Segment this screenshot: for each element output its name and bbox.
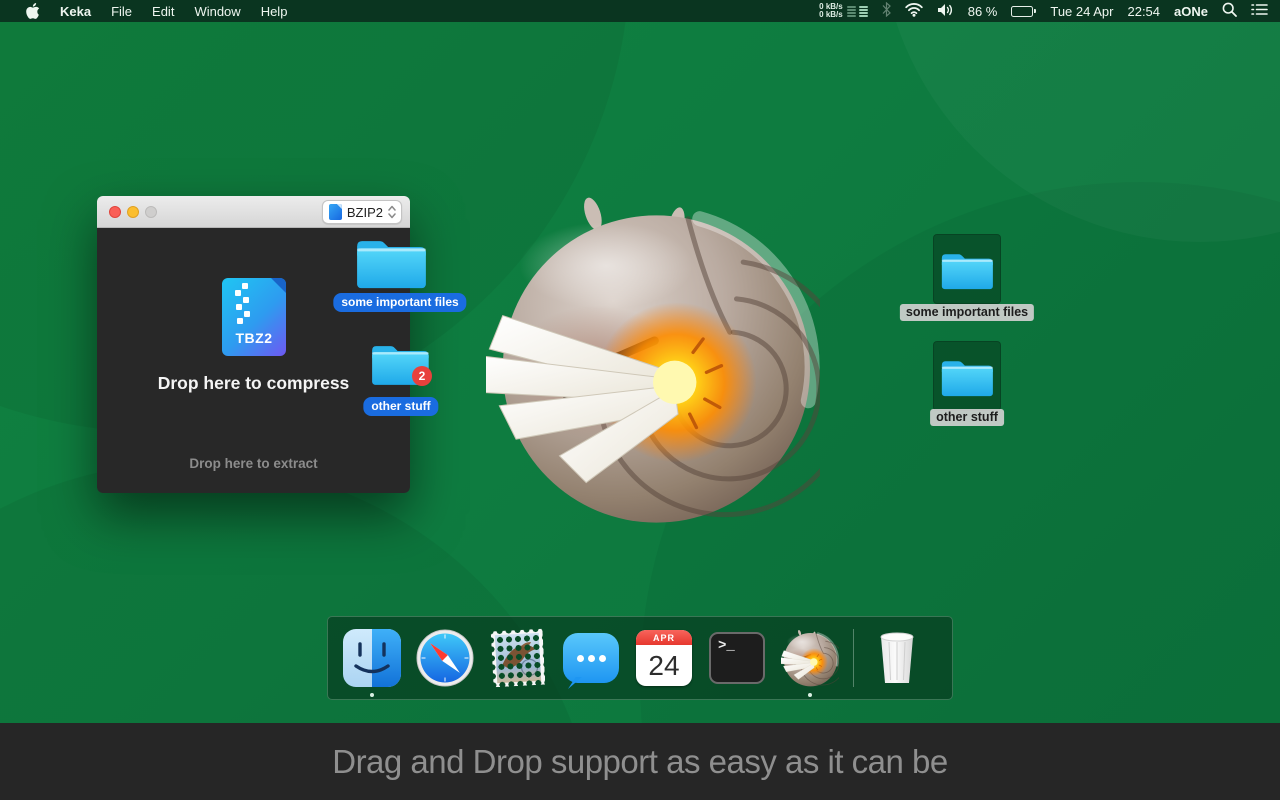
menu-file[interactable]: File — [101, 0, 142, 22]
wallpaper-circle — [880, 22, 1280, 242]
menu-bar-left: Keka File Edit Window Help — [0, 0, 297, 22]
safari-icon — [416, 629, 474, 687]
wifi-icon[interactable] — [905, 2, 923, 20]
folder-icon — [938, 353, 996, 399]
folder-icon — [352, 230, 430, 292]
format-dropdown-value: BZIP2 — [346, 204, 383, 220]
desktop-folder-2[interactable] — [933, 341, 1001, 411]
trash-icon — [880, 632, 914, 683]
spotlight-search-icon[interactable] — [1222, 2, 1237, 20]
folder-icon — [938, 246, 996, 292]
dock-keka-icon[interactable] — [780, 628, 840, 697]
menu-time[interactable]: 22:54 — [1127, 4, 1160, 19]
menu-window[interactable]: Window — [184, 0, 250, 22]
caption-bar: Drag and Drop support as easy as it can … — [0, 723, 1280, 800]
tbz2-file-label: TBZ2 — [235, 330, 273, 346]
zoom-button[interactable] — [145, 206, 157, 218]
dock-safari-icon[interactable] — [415, 628, 475, 688]
apple-menu[interactable] — [16, 0, 50, 22]
dragged-folder-2-label: other stuff — [363, 397, 439, 416]
dock-messages-icon[interactable] — [561, 628, 621, 688]
format-dropdown[interactable]: BZIP2 — [321, 200, 402, 224]
keka-mascot-artwork — [486, 192, 820, 526]
caption-text: Drag and Drop support as easy as it can … — [332, 742, 948, 780]
calendar-month: APR — [636, 630, 692, 645]
running-indicator — [370, 693, 374, 697]
dragged-folder-1-label: some important files — [333, 293, 467, 312]
network-speeds: 0 kB/s 0 kB/s — [819, 3, 843, 19]
menu-help[interactable]: Help — [251, 0, 298, 22]
desktop-folder-1-label: some important files — [899, 304, 1035, 321]
apple-icon — [26, 3, 40, 19]
menu-bar-status: 0 kB/s 0 kB/s 86 % Tue 24 Apr 22:54 aONe — [819, 1, 1280, 20]
item-count-badge: 2 — [412, 366, 432, 386]
window-titlebar[interactable]: BZIP2 — [97, 196, 410, 228]
calendar-icon: APR 24 — [636, 630, 692, 686]
dock-terminal-icon[interactable]: >_ — [707, 628, 767, 688]
menu-date[interactable]: Tue 24 Apr — [1050, 4, 1113, 19]
user-menu[interactable]: aONe — [1174, 4, 1208, 19]
extract-drop-label: Drop here to extract — [189, 456, 318, 471]
dock: APR 24 >_ — [327, 616, 953, 700]
dock-divider — [853, 629, 854, 687]
minimize-button[interactable] — [127, 206, 139, 218]
keka-app-icon — [781, 629, 839, 687]
running-indicator — [808, 693, 812, 697]
mail-icon — [490, 628, 546, 688]
notification-center-icon[interactable] — [1251, 3, 1268, 19]
chevron-up-down-icon — [388, 205, 396, 219]
close-button[interactable] — [109, 206, 121, 218]
desktop-screen: Keka File Edit Window Help 0 kB/s 0 kB/s — [0, 0, 1280, 800]
file-format-icon — [328, 204, 342, 220]
bluetooth-icon[interactable] — [882, 1, 891, 20]
dock-mail-icon[interactable] — [488, 628, 548, 688]
dock-trash-icon[interactable] — [867, 628, 927, 688]
network-throughput-widget[interactable]: 0 kB/s 0 kB/s — [819, 3, 868, 19]
dragged-folder-1[interactable] — [352, 230, 430, 292]
desktop-folder-2-label: other stuff — [930, 409, 1004, 426]
terminal-icon: >_ — [709, 632, 765, 684]
calendar-day: 24 — [648, 649, 680, 681]
network-bars-icon — [846, 5, 868, 17]
messages-icon — [563, 633, 619, 683]
network-down-speed: 0 kB/s — [819, 10, 843, 19]
keka-mascot-icon — [486, 192, 820, 526]
desktop-folder-1[interactable] — [933, 234, 1001, 304]
menu-edit[interactable]: Edit — [142, 0, 184, 22]
compress-drop-label: Drop here to compress — [157, 373, 350, 393]
dock-finder-icon[interactable] — [342, 628, 402, 697]
battery-icon[interactable] — [1011, 5, 1037, 17]
menu-app-name[interactable]: Keka — [50, 0, 101, 22]
battery-percent: 86 % — [967, 3, 998, 19]
menu-bar: Keka File Edit Window Help 0 kB/s 0 kB/s — [0, 0, 1280, 22]
terminal-prompt: >_ — [718, 638, 735, 654]
tbz2-file-icon: TBZ2 — [222, 278, 286, 356]
finder-icon — [343, 629, 401, 687]
volume-icon[interactable] — [937, 3, 954, 20]
dock-calendar-icon[interactable]: APR 24 — [634, 628, 694, 688]
